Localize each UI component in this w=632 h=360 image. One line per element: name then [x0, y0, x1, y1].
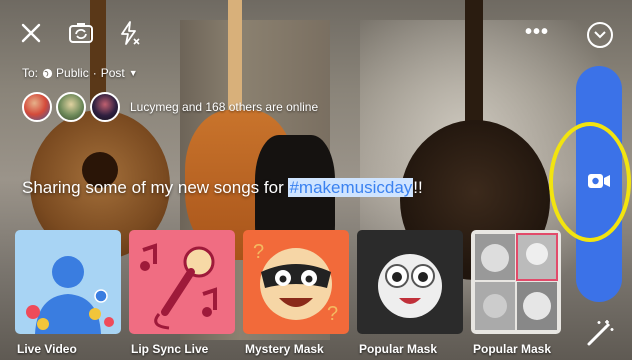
highlight-circle — [549, 122, 631, 242]
effect-label: Lip Sync Live — [131, 342, 209, 356]
magic-wand-icon[interactable] — [585, 318, 615, 348]
avatar[interactable] — [56, 92, 86, 122]
chevron-down-icon[interactable] — [587, 22, 613, 48]
more-options-icon[interactable]: ••• — [524, 20, 550, 44]
effect-popular-mask[interactable] — [357, 230, 463, 334]
effect-label: Mystery Mask — [245, 342, 324, 356]
svg-text:?: ? — [327, 303, 338, 325]
globe-icon — [42, 68, 53, 79]
audience-separator: · — [92, 66, 97, 80]
hashtag[interactable]: #makemusicday — [288, 178, 414, 197]
caption-text: Sharing some of my new songs for — [22, 178, 289, 197]
live-camera-screen: ••• To: Public · Post ▼ Lucymeg and 168 … — [0, 0, 632, 360]
effect-mystery-mask[interactable]: ? ? — [243, 230, 349, 334]
caret-down-icon: ▼ — [128, 68, 138, 78]
effect-label: Popular Mask — [473, 342, 552, 356]
effect-popular-mask-2[interactable] — [471, 230, 561, 334]
avatar[interactable] — [22, 92, 52, 122]
flash-off-icon[interactable] — [116, 20, 142, 46]
live-description[interactable]: Sharing some of my new songs for #makemu… — [22, 178, 423, 198]
audience-privacy: Public — [56, 66, 89, 80]
effect-live-video[interactable] — [15, 230, 121, 334]
effects-tray: ? ? Live Video Lip Sync Live Mystery Mas… — [0, 230, 561, 360]
close-icon[interactable] — [18, 20, 44, 46]
resonator-guitar-neck — [465, 0, 483, 130]
online-friends[interactable]: Lucymeg and 168 others are online — [22, 92, 318, 122]
avatar[interactable] — [90, 92, 120, 122]
caption-suffix: !! — [413, 178, 423, 197]
effect-lip-sync-live[interactable] — [129, 230, 235, 334]
audience-prefix: To: — [22, 66, 39, 80]
camera-flip-icon[interactable] — [68, 20, 94, 46]
audience-selector[interactable]: To: Public · Post ▼ — [22, 66, 138, 80]
svg-text:?: ? — [253, 241, 264, 263]
audience-destination: Post — [100, 66, 125, 80]
effect-label: Popular Mask — [359, 342, 438, 356]
online-count-text: Lucymeg and 168 others are online — [130, 100, 319, 114]
effect-label: Live Video — [17, 342, 77, 356]
